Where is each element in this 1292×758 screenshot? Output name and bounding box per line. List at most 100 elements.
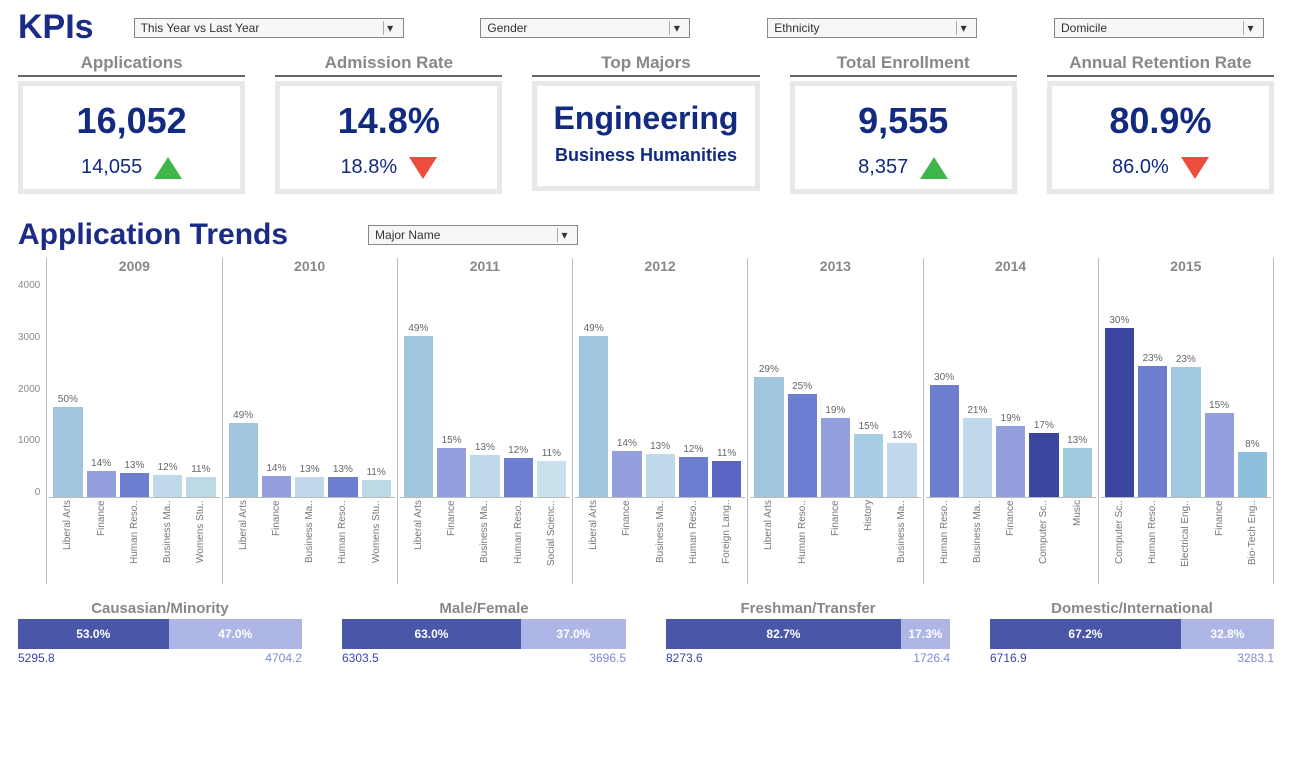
bar-pct-label: 14% — [266, 463, 286, 474]
ratio-block: Male/Female 63.0% 37.0% 6303.5 3696.5 — [342, 600, 626, 665]
bar-category-label: Foreign Lang.. — [712, 500, 741, 584]
kpi-main-value: 80.9% — [1062, 100, 1259, 142]
chart-bar[interactable]: 13% — [295, 280, 324, 497]
chart-bar[interactable]: 15% — [437, 280, 466, 497]
chart-bar[interactable]: 30% — [930, 280, 959, 497]
chart-bar[interactable]: 23% — [1171, 280, 1200, 497]
chart-bar[interactable]: 13% — [328, 280, 357, 497]
bar-pct-label: 13% — [333, 464, 353, 475]
year-label: 2012 — [575, 258, 745, 280]
bar-category-label: Finance — [437, 500, 466, 584]
chart-bar[interactable]: 13% — [646, 280, 675, 497]
chart-bar[interactable]: 49% — [229, 280, 258, 497]
ratio-num-a: 5295.8 — [18, 651, 55, 665]
ratio-bar: 53.0% 47.0% — [18, 619, 302, 649]
year-panel: 201530%23%23%15%8%Computer Sc..Human Res… — [1098, 258, 1274, 584]
bar-pct-label: 15% — [1209, 400, 1229, 411]
trends-dropdown[interactable]: Major Name ▾ — [368, 225, 578, 245]
kpi-card: Applications16,05214,055 — [18, 53, 245, 194]
bar-pct-label: 23% — [1176, 354, 1196, 365]
bar-pct-label: 49% — [408, 323, 428, 334]
ratio-segment-a: 63.0% — [342, 619, 521, 649]
bar-pct-label: 11% — [191, 464, 210, 475]
bar-pct-label: 13% — [124, 460, 144, 471]
filter-dropdown[interactable]: This Year vs Last Year▾ — [134, 18, 404, 38]
ratio-bar: 82.7% 17.3% — [666, 619, 950, 649]
chart-bar[interactable]: 13% — [470, 280, 499, 497]
chart-bar[interactable]: 13% — [120, 280, 149, 497]
kpi-title: Admission Rate — [275, 53, 502, 77]
filter-dropdown[interactable]: Ethnicity▾ — [767, 18, 977, 38]
kpi-main-value: 9,555 — [805, 100, 1002, 142]
kpi-row: Applications16,05214,055Admission Rate14… — [18, 53, 1274, 194]
dropdown-label: This Year vs Last Year — [141, 21, 260, 35]
trend-down-icon — [1181, 157, 1209, 179]
chart-bar[interactable]: 13% — [887, 280, 916, 497]
bar-pct-label: 30% — [934, 372, 954, 383]
bar-pct-label: 13% — [300, 464, 320, 475]
bar-category-label: Social Scienc.. — [537, 500, 566, 584]
bar-pct-label: 15% — [442, 435, 462, 446]
bar-category-label: Liberal Arts — [53, 500, 82, 584]
chevron-down-icon: ▾ — [669, 21, 683, 35]
chart-bar[interactable]: 11% — [362, 280, 391, 497]
kpi-card: Total Enrollment9,5558,357 — [790, 53, 1017, 194]
bar-category-label: Business Ma.. — [963, 500, 992, 584]
kpi-sub-value: 8,357 — [858, 156, 908, 179]
chart-bar[interactable]: 14% — [262, 280, 291, 497]
chart-bar[interactable]: 12% — [504, 280, 533, 497]
chart-bar[interactable]: 49% — [579, 280, 608, 497]
chart-bar[interactable]: 11% — [186, 280, 215, 497]
ratio-segment-a: 82.7% — [666, 619, 901, 649]
chart-bar[interactable]: 19% — [821, 280, 850, 497]
chart-bar[interactable]: 19% — [996, 280, 1025, 497]
chart-bar[interactable]: 8% — [1238, 280, 1267, 497]
bar-pct-label: 13% — [475, 442, 495, 453]
bar-category-label: Human Reso.. — [120, 500, 149, 584]
chart-bar[interactable]: 49% — [404, 280, 433, 497]
trend-up-icon — [154, 157, 182, 179]
ratio-num-b: 1726.4 — [913, 651, 950, 665]
chart-bar[interactable]: 12% — [679, 280, 708, 497]
chart-bar[interactable]: 15% — [854, 280, 883, 497]
dropdown-label: Domicile — [1061, 21, 1107, 35]
dropdown-label: Ethnicity — [774, 21, 819, 35]
bar-pct-label: 14% — [91, 458, 111, 469]
chart-bar[interactable]: 15% — [1205, 280, 1234, 497]
kpi-title: Top Majors — [532, 53, 759, 77]
year-panel: 201249%14%13%12%11%Liberal ArtsFinanceBu… — [572, 258, 747, 584]
chart-bar[interactable]: 17% — [1029, 280, 1058, 497]
bar-pct-label: 49% — [584, 323, 604, 334]
chart-bar[interactable]: 29% — [754, 280, 783, 497]
trends-dropdown-label: Major Name — [375, 228, 440, 242]
chart-bar[interactable]: 50% — [53, 280, 82, 497]
y-tick: 3000 — [18, 332, 40, 343]
header-row: KPIs This Year vs Last Year▾Gender▾Ethni… — [18, 8, 1274, 47]
ratio-segment-a: 53.0% — [18, 619, 169, 649]
ratio-num-a: 8273.6 — [666, 651, 703, 665]
bar-category-label: Music — [1063, 500, 1092, 584]
kpi-main-value: 16,052 — [33, 100, 230, 142]
bar-category-label: Business Ma.. — [295, 500, 324, 584]
filter-dropdown[interactable]: Gender▾ — [480, 18, 690, 38]
filter-dropdown[interactable]: Domicile▾ — [1054, 18, 1264, 38]
y-tick: 2000 — [18, 384, 40, 395]
chart-bar[interactable]: 14% — [87, 280, 116, 497]
chart-bar[interactable]: 11% — [712, 280, 741, 497]
chart-bar[interactable]: 23% — [1138, 280, 1167, 497]
chart-bar[interactable]: 13% — [1063, 280, 1092, 497]
year-panel: 201049%14%13%13%11%Liberal ArtsFinanceBu… — [222, 258, 397, 584]
year-label: 2009 — [49, 258, 219, 280]
kpi-card: Top MajorsEngineeringBusiness Humanities — [532, 53, 759, 194]
ratio-bar: 67.2% 32.8% — [990, 619, 1274, 649]
chart-bar[interactable]: 11% — [537, 280, 566, 497]
chart-bar[interactable]: 14% — [612, 280, 641, 497]
ratio-segment-b: 17.3% — [901, 619, 950, 649]
ratio-title: Male/Female — [342, 600, 626, 617]
chart-bar[interactable]: 30% — [1105, 280, 1134, 497]
chart-bar[interactable]: 21% — [963, 280, 992, 497]
chart-bar[interactable]: 25% — [788, 280, 817, 497]
ratio-block: Freshman/Transfer 82.7% 17.3% 8273.6 172… — [666, 600, 950, 665]
chart-bar[interactable]: 12% — [153, 280, 182, 497]
bar-pct-label: 17% — [1034, 420, 1054, 431]
